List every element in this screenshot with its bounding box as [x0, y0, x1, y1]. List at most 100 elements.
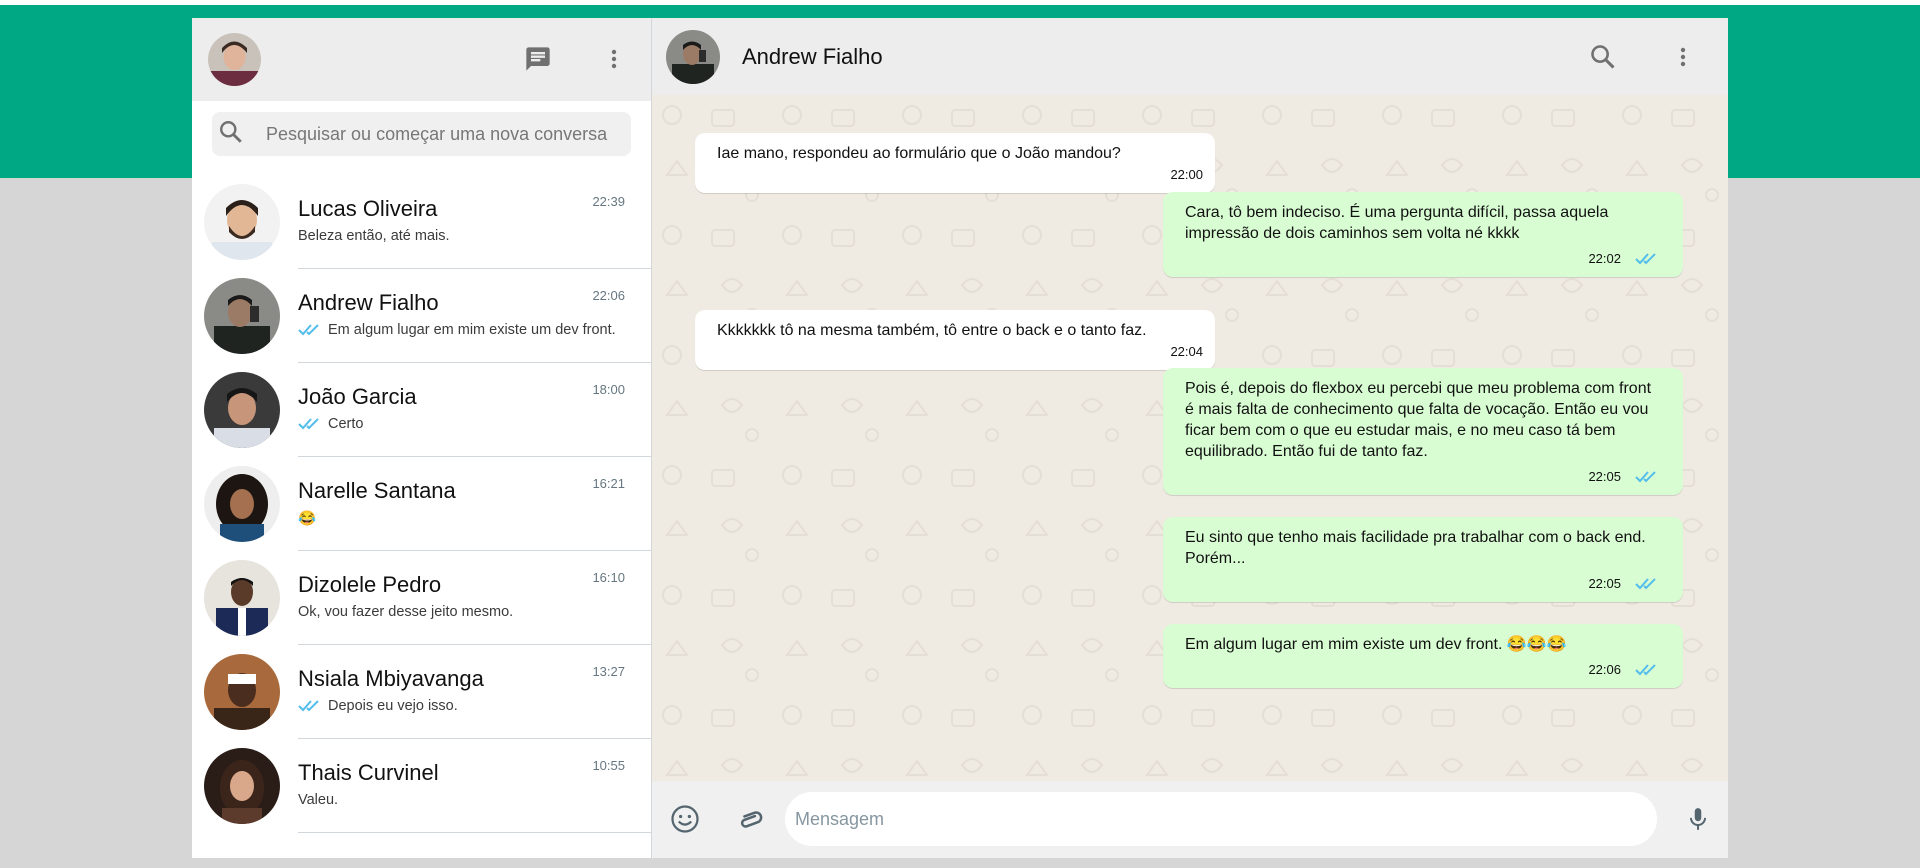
contact-avatar — [204, 278, 280, 354]
message-incoming[interactable]: Kkkkkkk tô na mesma também, tô entre o b… — [695, 310, 1215, 370]
contact-avatar — [204, 466, 280, 542]
chat-preview-text: Ok, vou fazer desse jeito mesmo. — [298, 604, 514, 620]
message-text: Em algum lugar em mim existe um dev fron… — [1185, 636, 1567, 653]
chat-preview-text: Beleza então, até mais. — [298, 228, 450, 244]
read-ticks-icon — [298, 700, 319, 712]
search-box[interactable] — [212, 112, 631, 156]
contact-avatar — [204, 748, 280, 824]
message-incoming[interactable]: Iae mano, respondeu ao formulário que o … — [695, 133, 1215, 193]
message-meta: 22:05 — [1185, 573, 1661, 594]
message-meta: 22:06 — [1185, 659, 1661, 680]
conversation-header: Andrew Fialho — [652, 18, 1728, 95]
message-outgoing[interactable]: Pois é, depois do flexbox eu percebi que… — [1163, 368, 1683, 495]
chat-list: Lucas Oliveira 22:39 Beleza então, até m… — [192, 175, 651, 833]
chat-preview: Depois eu vejo isso. — [298, 698, 458, 714]
read-ticks-icon — [1635, 577, 1656, 589]
chat-name: Nsiala Mbiyavanga — [298, 666, 484, 691]
chat-item[interactable]: Thais Curvinel 10:55 Valeu. — [192, 739, 651, 833]
new-chat-icon[interactable] — [523, 44, 553, 74]
message-input[interactable] — [785, 792, 1657, 846]
chat-item-body: Lucas Oliveira 22:39 Beleza então, até m… — [298, 175, 651, 269]
chat-preview: Certo — [298, 416, 363, 432]
chat-name: Thais Curvinel — [298, 760, 439, 785]
message-meta: 22:05 — [1185, 466, 1661, 487]
chat-name: Andrew Fialho — [298, 290, 439, 315]
message-text: Eu sinto que tenho mais facilidade pra t… — [1185, 529, 1646, 567]
chat-item[interactable]: Dizolele Pedro 16:10 Ok, vou fazer desse… — [192, 551, 651, 645]
contact-avatar — [204, 184, 280, 260]
chat-name: João Garcia — [298, 384, 417, 409]
chat-preview: Em algum lugar em mim existe um dev fron… — [298, 322, 616, 338]
search-input[interactable] — [266, 123, 626, 145]
chat-item[interactable]: Lucas Oliveira 22:39 Beleza então, até m… — [192, 175, 651, 269]
message-time: 22:02 — [1588, 251, 1621, 266]
chat-preview: Ok, vou fazer desse jeito mesmo. — [298, 604, 513, 620]
sidebar-header — [192, 18, 651, 101]
read-ticks-icon — [1635, 663, 1656, 675]
chat-preview: Beleza então, até mais. — [298, 228, 450, 244]
chat-time: 22:39 — [592, 194, 625, 209]
chat-name: Dizolele Pedro — [298, 572, 442, 597]
chat-time: 22:06 — [592, 288, 625, 303]
menu-kebab-icon[interactable] — [1668, 42, 1698, 72]
chat-item[interactable]: João Garcia 18:00 Certo — [192, 363, 651, 457]
message-outgoing[interactable]: Eu sinto que tenho mais facilidade pra t… — [1163, 517, 1683, 602]
chat-preview-text: Valeu. — [298, 792, 339, 808]
chat-preview: Valeu. — [298, 792, 338, 808]
message-outgoing[interactable]: Cara, tô bem indeciso. É uma pergunta di… — [1163, 192, 1683, 277]
message-meta: 22:02 — [1185, 248, 1661, 269]
message-text: Iae mano, respondeu ao formulário que o … — [717, 145, 1121, 162]
chat-item-body: Narelle Santana 16:21 😂 — [298, 457, 651, 551]
my-avatar[interactable] — [208, 33, 261, 86]
chat-preview-text: Certo — [328, 416, 364, 432]
message-meta: 22:00 — [717, 164, 1203, 185]
contact-avatar — [204, 560, 280, 636]
message-time: 22:00 — [1170, 167, 1203, 182]
contact-avatar — [204, 654, 280, 730]
search-icon — [218, 119, 244, 150]
chat-item-body: Andrew Fialho 22:06 Em algum lugar em mi… — [298, 269, 651, 363]
chat-item[interactable]: Nsiala Mbiyavanga 13:27 Depois eu vejo i… — [192, 645, 651, 739]
read-ticks-icon — [298, 418, 319, 430]
read-ticks-icon — [1635, 252, 1656, 264]
message-text: Cara, tô bem indeciso. É uma pergunta di… — [1185, 204, 1609, 242]
message-time: 22:06 — [1588, 662, 1621, 677]
chat-item-body: Thais Curvinel 10:55 Valeu. — [298, 739, 651, 833]
message-text: Pois é, depois do flexbox eu percebi que… — [1185, 380, 1652, 460]
chat-item[interactable]: Andrew Fialho 22:06 Em algum lugar em mi… — [192, 269, 651, 363]
chat-time: 18:00 — [592, 382, 625, 397]
chat-item-body: Nsiala Mbiyavanga 13:27 Depois eu vejo i… — [298, 645, 651, 739]
chat-item-body: João Garcia 18:00 Certo — [298, 363, 651, 457]
contact-avatar[interactable] — [666, 29, 720, 84]
chat-preview-text: Depois eu vejo isso. — [328, 698, 458, 714]
chat-item[interactable]: Narelle Santana 16:21 😂 — [192, 457, 651, 551]
message-time: 22:05 — [1588, 576, 1621, 591]
read-ticks-icon — [298, 324, 319, 336]
sidebar-header-actions — [523, 44, 629, 74]
attach-icon[interactable] — [737, 804, 767, 834]
contact-name[interactable]: Andrew Fialho — [742, 44, 883, 70]
contact-avatar — [204, 372, 280, 448]
message-outgoing[interactable]: Em algum lugar em mim existe um dev fron… — [1163, 624, 1683, 688]
whatsapp-app: Lucas Oliveira 22:39 Beleza então, até m… — [192, 18, 1728, 858]
chat-preview-text: 😂 — [298, 511, 317, 527]
read-ticks-icon — [1635, 470, 1656, 482]
search-bar — [192, 101, 651, 175]
chat-preview-text: Em algum lugar em mim existe um dev fron… — [328, 322, 616, 338]
chat-time: 13:27 — [592, 664, 625, 679]
message-meta: 22:04 — [717, 341, 1203, 362]
message-area[interactable]: Iae mano, respondeu ao formulário que o … — [652, 95, 1728, 781]
chat-item-body: Dizolele Pedro 16:10 Ok, vou fazer desse… — [298, 551, 651, 645]
search-messages-icon[interactable] — [1588, 42, 1618, 72]
chat-preview: 😂 — [298, 510, 316, 527]
conversation-header-actions — [1588, 42, 1698, 72]
microphone-icon[interactable] — [1683, 804, 1713, 834]
message-time: 22:05 — [1588, 469, 1621, 484]
conversation-panel: Andrew Fialho Iae mano, respondeu ao for… — [652, 18, 1728, 858]
message-text: Kkkkkkk tô na mesma também, tô entre o b… — [717, 322, 1147, 339]
message-time: 22:04 — [1170, 344, 1203, 359]
emoji-icon[interactable] — [670, 804, 700, 834]
sidebar: Lucas Oliveira 22:39 Beleza então, até m… — [192, 18, 652, 858]
chat-time: 10:55 — [592, 758, 625, 773]
menu-kebab-icon[interactable] — [599, 44, 629, 74]
